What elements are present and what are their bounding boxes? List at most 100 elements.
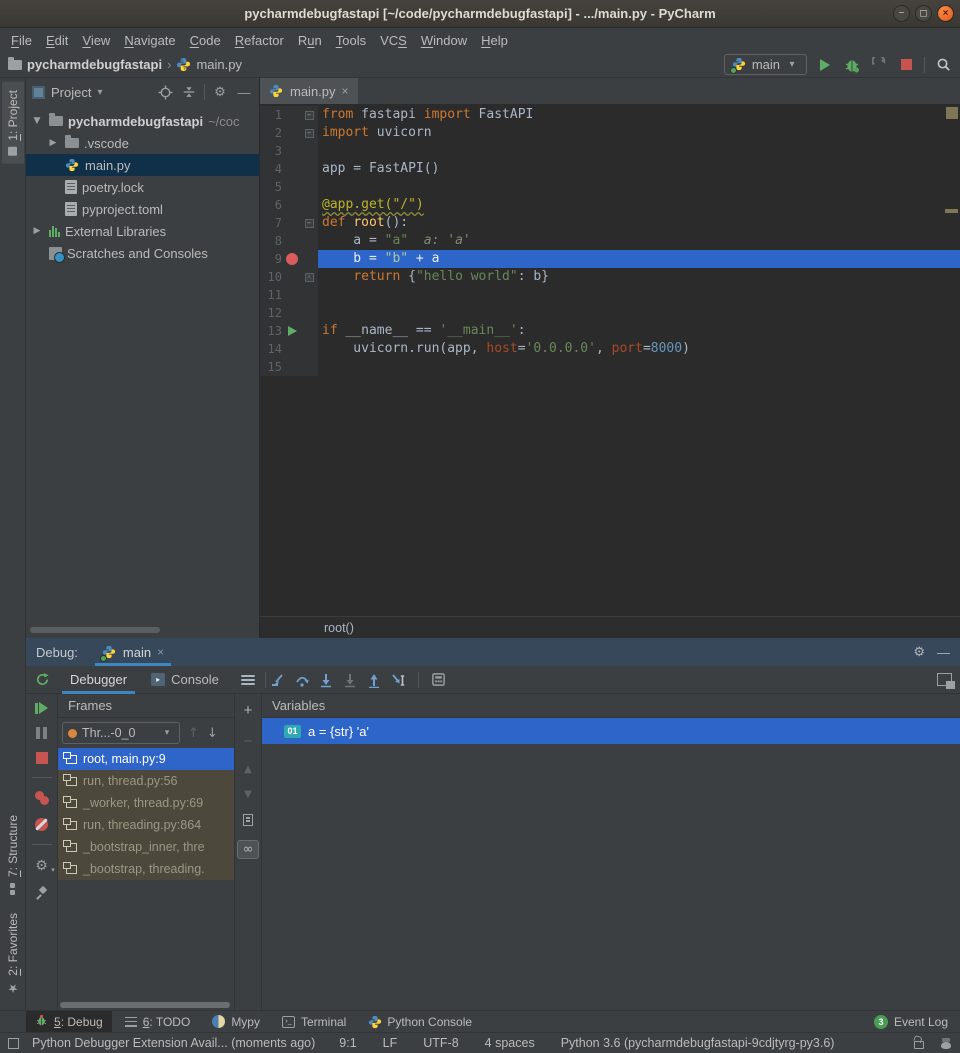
toolwindow-button-terminal[interactable]: ›_Terminal [273, 1011, 355, 1032]
thread-selector[interactable]: Thr...-0_0 ▾ [62, 722, 180, 744]
code-line-15[interactable]: 15 [260, 358, 960, 376]
code-line-14[interactable]: 14 uvicorn.run(app, host='0.0.0.0', port… [260, 340, 960, 358]
fold-marker[interactable]: − [302, 219, 316, 228]
maximize-button[interactable]: ◻ [915, 5, 932, 22]
editor-tab-main-py[interactable]: main.py × [260, 78, 358, 104]
resume-button[interactable] [35, 702, 48, 714]
toolwindow-button-mypy[interactable]: Mypy [203, 1011, 269, 1032]
code-line-9[interactable]: 9 b = "b" + a [260, 250, 960, 268]
line-number[interactable]: 10 [260, 268, 282, 286]
code-line-13[interactable]: 13if __name__ == '__main__': [260, 322, 960, 340]
show-watches-toggle[interactable]: ∞ [237, 840, 259, 859]
debug-button[interactable] [843, 56, 861, 74]
code-editor[interactable]: 1−from fastapi import FastAPI2−import uv… [260, 104, 960, 616]
frames-horizontal-scrollbar[interactable] [60, 1002, 230, 1008]
fold-marker[interactable]: − [302, 111, 316, 120]
line-number[interactable]: 9 [260, 250, 282, 268]
tab-console[interactable]: ▸ Console [139, 666, 231, 694]
debug-session-tab[interactable]: main × [92, 638, 174, 666]
code-line-12[interactable]: 12 [260, 304, 960, 322]
profiler-button[interactable] [870, 56, 888, 74]
line-number[interactable]: 12 [260, 304, 282, 322]
pin-tab-icon[interactable] [35, 887, 48, 900]
menu-item-run[interactable]: Run [291, 33, 329, 48]
step-out-button[interactable] [362, 669, 386, 691]
step-over-button[interactable] [290, 669, 314, 691]
line-number[interactable]: 14 [260, 340, 282, 358]
run-arrow-icon[interactable] [282, 326, 302, 336]
force-step-into-button[interactable] [338, 669, 362, 691]
rerun-button[interactable] [26, 672, 58, 687]
status-metric[interactable]: 4 spaces [485, 1036, 535, 1050]
restore-layout-icon[interactable] [937, 673, 960, 686]
toggle-toolwindows-icon[interactable] [8, 1038, 19, 1049]
move-down-button[interactable]: ▼ [244, 789, 252, 800]
tree-item-poetry-lock[interactable]: poetry.lock [26, 176, 259, 198]
highlighting-level-icon[interactable] [940, 1038, 952, 1049]
tree-item-external-libraries[interactable]: ▶External Libraries [26, 220, 259, 242]
stop-button[interactable] [36, 752, 48, 764]
event-log-item[interactable]: 3 Event Log [874, 1015, 960, 1029]
code-line-4[interactable]: 4app = FastAPI() [260, 160, 960, 178]
menu-item-tools[interactable]: Tools [329, 33, 373, 48]
status-metric[interactable]: LF [383, 1036, 398, 1050]
menu-item-file[interactable]: File [4, 33, 39, 48]
stripe-tab-1-project[interactable]: 1: Project [2, 82, 24, 164]
inspection-status-indicator[interactable] [946, 107, 958, 119]
run-button[interactable] [816, 56, 834, 74]
status-metric[interactable]: Python 3.6 (pycharmdebugfastapi-9cdjtyrg… [561, 1036, 835, 1050]
breakpoint-icon[interactable] [282, 253, 302, 265]
tree-item-main-py[interactable]: main.py [26, 154, 259, 176]
code-line-6[interactable]: 6@app.get("/") [260, 196, 960, 214]
hide-panel-icon[interactable]: — [937, 645, 950, 660]
stripe-tab-7-structure[interactable]: 7: Structure [2, 807, 24, 903]
move-up-button[interactable]: ▲ [244, 764, 252, 775]
add-watch-button[interactable]: + [244, 702, 253, 719]
line-number[interactable]: 13 [260, 322, 282, 340]
project-view-title[interactable]: Project [51, 85, 91, 100]
code-line-3[interactable]: 3 [260, 142, 960, 160]
toolwindow-button-5-debug[interactable]: 5: Debug [26, 1011, 112, 1032]
line-number[interactable]: 7 [260, 214, 282, 232]
fold-marker[interactable]: ˄ [302, 273, 316, 282]
status-metric[interactable]: UTF-8 [423, 1036, 458, 1050]
menu-item-vcs[interactable]: VCS [373, 33, 414, 48]
warning-stripe-mark[interactable] [945, 209, 958, 213]
tree-item--vscode[interactable]: ▶.vscode [26, 132, 259, 154]
locate-file-icon[interactable] [156, 83, 174, 101]
view-breakpoints-button[interactable] [35, 791, 49, 805]
line-number[interactable]: 8 [260, 232, 282, 250]
minimize-button[interactable]: − [893, 5, 910, 22]
fold-marker[interactable]: − [302, 129, 316, 138]
step-into-button[interactable] [314, 669, 338, 691]
layout-settings-icon[interactable] [241, 675, 255, 685]
hide-panel-icon[interactable]: — [235, 83, 253, 101]
tree-item-pyproject-toml[interactable]: pyproject.toml [26, 198, 259, 220]
code-line-5[interactable]: 5 [260, 178, 960, 196]
line-number[interactable]: 6 [260, 196, 282, 214]
project-horizontal-scrollbar[interactable] [30, 627, 160, 633]
close-icon[interactable]: × [342, 84, 349, 98]
code-line-2[interactable]: 2−import uvicorn [260, 124, 960, 142]
line-number[interactable]: 5 [260, 178, 282, 196]
run-to-cursor-button[interactable] [386, 669, 410, 691]
frame-row[interactable]: run, thread.py:56 [58, 770, 234, 792]
menu-item-edit[interactable]: Edit [39, 33, 75, 48]
evaluate-expression-button[interactable] [427, 669, 451, 691]
toolwindow-button-6-todo[interactable]: 6: TODO [116, 1011, 200, 1032]
line-number[interactable]: 11 [260, 286, 282, 304]
collapse-all-icon[interactable] [180, 83, 198, 101]
status-message[interactable]: Python Debugger Extension Avail... (mome… [32, 1036, 315, 1050]
menu-item-view[interactable]: View [75, 33, 117, 48]
run-config-selector[interactable]: main ▾ [724, 54, 807, 75]
close-button[interactable]: × [937, 5, 954, 22]
code-line-8[interactable]: 8 a = "a" a: 'a' [260, 232, 960, 250]
code-line-10[interactable]: 10˄ return {"hello world": b} [260, 268, 960, 286]
gear-icon[interactable]: ⚙ [913, 645, 925, 660]
menu-item-navigate[interactable]: Navigate [117, 33, 182, 48]
tree-expand-chevron[interactable]: ▶ [30, 226, 44, 236]
frame-row[interactable]: _bootstrap_inner, thre [58, 836, 234, 858]
tree-expand-chevron[interactable]: ▼ [30, 116, 44, 126]
lock-icon[interactable] [914, 1041, 924, 1049]
line-number[interactable]: 2 [260, 124, 282, 142]
